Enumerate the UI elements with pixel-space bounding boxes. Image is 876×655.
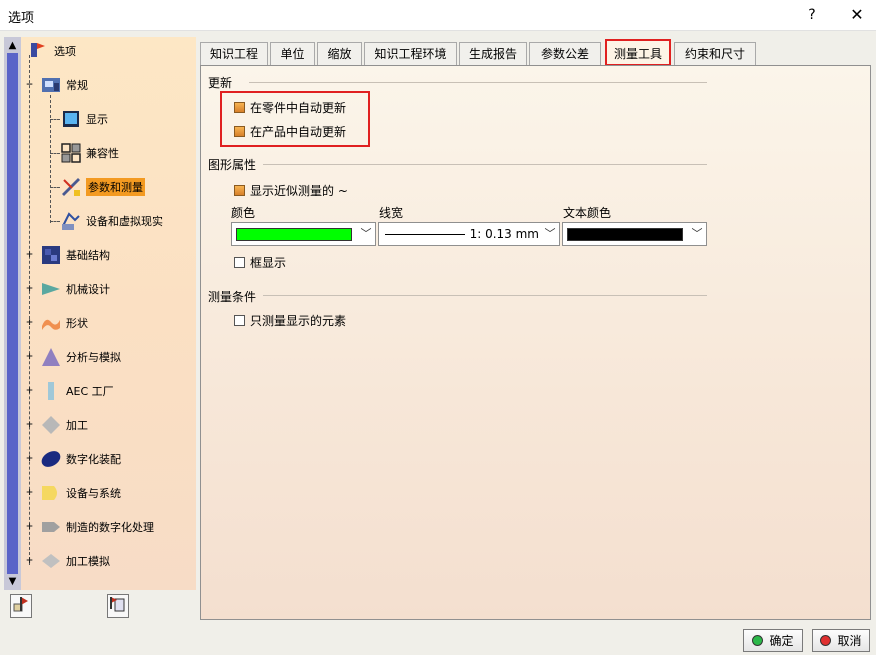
checkbox-checked-icon: [234, 185, 245, 196]
aec-plant-icon: [40, 380, 62, 402]
linewidth-select[interactable]: 1: 0.13 mm ﹀: [378, 222, 560, 246]
tree-item-display[interactable]: 显示: [60, 107, 108, 131]
options-lock-icon: [110, 597, 125, 612]
parameters-measure-icon: [60, 176, 82, 198]
expand-icon[interactable]: +: [25, 353, 34, 362]
infrastructure-icon: [40, 244, 62, 266]
tree-connector: [50, 221, 60, 222]
tab-constraints-dimensions[interactable]: 约束和尺寸: [674, 42, 756, 65]
tab-units[interactable]: 单位: [270, 42, 315, 65]
expand-icon[interactable]: +: [25, 489, 34, 498]
expand-icon[interactable]: +: [25, 319, 34, 328]
expand-icon[interactable]: +: [25, 251, 34, 260]
text-color-swatch: [567, 228, 683, 241]
tab-knowledge-environment[interactable]: 知识工程环境: [364, 42, 457, 65]
digital-mockup-icon: [40, 448, 62, 470]
options-tree-root-icon: [28, 40, 50, 62]
options-export-icon: [13, 597, 28, 612]
tree-item-compatibility[interactable]: 兼容性: [60, 141, 119, 165]
section-divider: [263, 164, 707, 165]
color-label: 颜色: [231, 206, 256, 220]
analysis-simulation-icon: [40, 346, 62, 368]
digital-manufacturing-icon: [40, 516, 62, 538]
line-sample: [385, 234, 465, 235]
color-select[interactable]: ﹀: [231, 222, 376, 246]
tree-connector: [50, 153, 60, 154]
shape-icon: [40, 312, 62, 334]
tab-parameter-tolerance[interactable]: 参数公差: [529, 42, 601, 65]
tree-tool-button-2[interactable]: [107, 594, 129, 618]
tab-knowledgeware[interactable]: 知识工程: [200, 42, 268, 65]
only-displayed-checkbox[interactable]: 只测量显示的元素: [234, 312, 346, 329]
scroll-down-icon[interactable]: ▼: [6, 575, 19, 588]
expand-icon[interactable]: +: [25, 387, 34, 396]
tab-report-generation[interactable]: 生成报告: [459, 42, 527, 65]
section-divider: [249, 82, 707, 83]
chevron-down-icon: ﹀: [360, 227, 372, 240]
tree-item-parameters-measure[interactable]: 参数和测量: [60, 175, 145, 199]
tree-scrollbar[interactable]: ▲ ▼: [4, 37, 21, 590]
tree-item-digital-mockup[interactable]: 数字化装配: [40, 447, 121, 471]
measure-tools-panel: 更新 在零件中自动更新 在产品中自动更新 图形属性 显示近似测量的 ~ 颜色 线…: [200, 65, 871, 620]
chevron-down-icon: ﹀: [691, 227, 703, 240]
section-title-update: 更新: [208, 76, 233, 90]
tree-item-equipment-systems[interactable]: 设备与系统: [40, 481, 121, 505]
expand-icon[interactable]: +: [25, 523, 34, 532]
tree-item-analysis-simulation[interactable]: 分析与模拟: [40, 345, 121, 369]
cancel-button[interactable]: 取消: [812, 629, 870, 652]
tree-tool-button-1[interactable]: [10, 594, 32, 618]
display-icon: [60, 108, 82, 130]
tree-item-general[interactable]: 常规: [40, 73, 88, 97]
tree-connector: [50, 119, 60, 120]
ok-button[interactable]: 确定: [743, 629, 803, 652]
scroll-thumb[interactable]: [7, 53, 18, 574]
tab-scale[interactable]: 缩放: [317, 42, 362, 65]
title-bar: 选项 ? ✕: [0, 0, 876, 31]
text-color-select[interactable]: ﹀: [562, 222, 707, 246]
compatibility-icon: [60, 142, 82, 164]
devices-vr-icon: [60, 210, 82, 232]
chevron-down-icon: ﹀: [544, 227, 556, 240]
tree-item-shape[interactable]: 形状: [40, 311, 88, 335]
tree-item-infrastructure[interactable]: 基础结构: [40, 243, 110, 267]
scroll-up-icon[interactable]: ▲: [6, 39, 19, 52]
tree-item-mechanical-design[interactable]: 机械设计: [40, 277, 110, 301]
tree-item-machining[interactable]: 加工: [40, 413, 88, 437]
section-title-measure-condition: 测量条件: [208, 290, 257, 304]
machining-icon: [40, 414, 62, 436]
tree-connector: [50, 95, 51, 223]
equipment-systems-icon: [40, 482, 62, 504]
text-color-label: 文本颜色: [563, 206, 612, 220]
expand-icon[interactable]: +: [25, 455, 34, 464]
cancel-icon: [820, 635, 832, 646]
general-icon: [40, 74, 62, 96]
highlight-box: [220, 91, 370, 147]
frame-display-checkbox[interactable]: 框显示: [234, 254, 286, 271]
options-tree: 选项 − 常规 显示 兼容性 参数和测量 设备和虚拟现实 + 基础结构 + 机械…: [4, 37, 196, 590]
help-icon[interactable]: ?: [803, 5, 821, 25]
tree-item-digital-manufacturing[interactable]: 制造的数字化处理: [40, 515, 154, 539]
tree-item-devices-vr[interactable]: 设备和虚拟现实: [60, 209, 163, 233]
tab-measure-tools[interactable]: 测量工具: [605, 39, 671, 66]
expand-icon[interactable]: +: [25, 285, 34, 294]
expand-icon[interactable]: +: [25, 557, 34, 566]
show-near-measure-checkbox[interactable]: 显示近似测量的 ~: [234, 182, 348, 199]
close-icon[interactable]: ✕: [846, 4, 868, 26]
checkbox-unchecked-icon: [234, 315, 245, 326]
mechanical-design-icon: [40, 278, 62, 300]
ok-icon: [752, 635, 764, 646]
color-swatch: [236, 228, 352, 241]
window-title: 选项: [8, 11, 35, 26]
tree-connector: [50, 187, 60, 188]
tree-item-aec-plant[interactable]: AEC 工厂: [40, 379, 114, 403]
section-divider: [263, 295, 707, 296]
linewidth-label: 线宽: [379, 206, 404, 220]
section-title-graphics: 图形属性: [208, 158, 257, 172]
tree-item-options[interactable]: 选项: [28, 39, 76, 63]
collapse-icon[interactable]: −: [25, 81, 34, 90]
checkbox-unchecked-icon: [234, 257, 245, 268]
machining-simulation-icon: [40, 550, 62, 572]
expand-icon[interactable]: +: [25, 421, 34, 430]
tree-item-machining-simulation[interactable]: 加工模拟: [40, 549, 110, 573]
